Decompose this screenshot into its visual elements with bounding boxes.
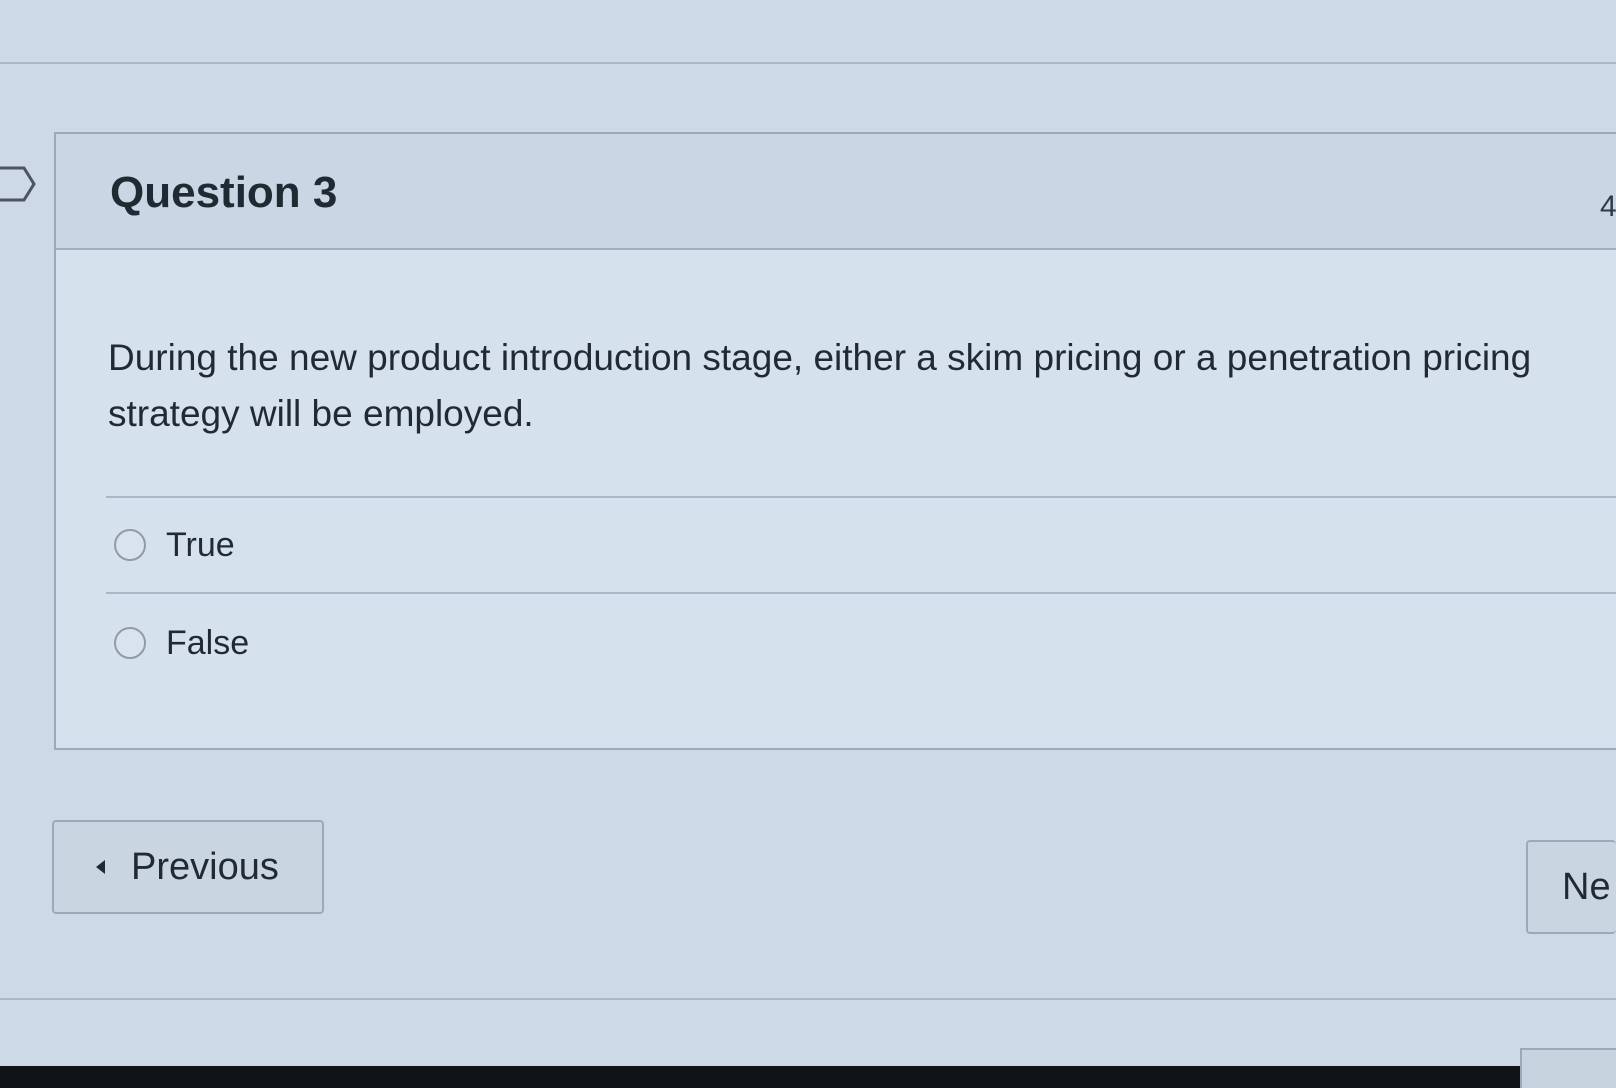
question-header: Question 3 4 [56,134,1616,250]
previous-button[interactable]: Previous [52,820,324,914]
answer-divider [106,496,1616,498]
answer-label: True [166,525,235,564]
question-title: Question 3 [110,168,338,217]
radio-button[interactable] [114,529,146,561]
answer-option-true[interactable]: True [114,520,235,570]
answer-label: False [166,623,250,662]
flag-question-icon[interactable] [0,164,38,204]
question-text-line-2: strategy will be employed. [108,393,534,434]
answer-option-false[interactable]: False [114,618,249,668]
question-text-line-1: During the new product introduction stag… [108,337,1532,378]
previous-label: Previous [131,845,279,888]
top-divider [0,62,1616,64]
answer-divider [106,592,1616,594]
radio-button[interactable] [114,627,146,659]
footer-button[interactable] [1520,1048,1616,1088]
caret-left-icon [96,860,105,874]
bottom-divider [0,998,1616,1000]
footer-bar [0,1066,1616,1088]
next-button[interactable]: Ne [1526,840,1616,934]
question-text: During the new product introduction stag… [108,330,1616,442]
question-points: 4 [1600,190,1616,223]
next-label: Ne [1562,865,1611,908]
